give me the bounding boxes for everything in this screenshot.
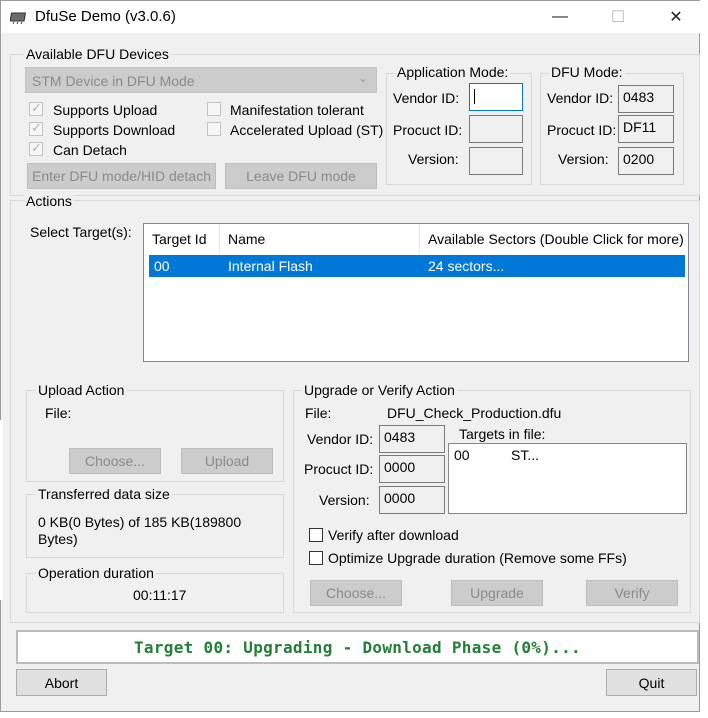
- row-sectors: 24 sectors...: [428, 258, 505, 274]
- upgrade-product-id-field: 0000: [379, 455, 445, 483]
- targets-in-file-label: Targets in file:: [459, 426, 546, 442]
- row-name: Internal Flash: [228, 258, 313, 274]
- dfu-mode-label: DFU Mode:: [549, 64, 625, 80]
- chip-app-icon: [9, 10, 28, 27]
- row-target-id: 00: [154, 258, 170, 274]
- targets-in-file-list[interactable]: 00 ST...: [448, 443, 687, 514]
- application-mode-label: Application Mode:: [395, 64, 511, 80]
- app-vendor-id-label: Vendor ID:: [393, 90, 460, 106]
- upgrade-version-label: Version:: [319, 492, 370, 508]
- upload-file-label: File:: [45, 405, 72, 421]
- table-row[interactable]: 00 Internal Flash 24 sectors...: [149, 255, 685, 277]
- check-icon: ✓: [31, 100, 42, 115]
- device-select-value: STM Device in DFU Mode: [32, 73, 195, 89]
- enter-dfu-mode-button: Enter DFU mode/HID detach: [27, 163, 216, 189]
- upgrade-file-label: File:: [305, 405, 332, 421]
- upgrade-vendor-id-field: 0483: [379, 425, 445, 453]
- check-icon: ✓: [31, 140, 42, 155]
- targets-list[interactable]: Target Id Name Available Sectors (Double…: [143, 223, 689, 362]
- app-product-id-field[interactable]: [469, 115, 523, 143]
- minimize-icon: —: [552, 8, 568, 25]
- dfu-version-label: Version:: [558, 151, 609, 167]
- can-detach-label: Can Detach: [53, 142, 127, 158]
- column-header-target-id[interactable]: Target Id: [144, 224, 220, 254]
- operation-duration-value: 00:11:17: [133, 587, 187, 603]
- optimize-upgrade-label[interactable]: Optimize Upgrade duration (Remove some F…: [328, 550, 627, 566]
- check-icon: ✓: [31, 120, 42, 135]
- upgrade-button: Upgrade: [451, 580, 543, 606]
- upgrade-vendor-id-label: Vendor ID:: [307, 431, 374, 447]
- app-version-label: Version:: [408, 151, 459, 167]
- dfu-version-field: 0200: [618, 147, 674, 175]
- upgrade-file-name: DFU_Check_Production.dfu: [387, 405, 562, 421]
- leave-dfu-mode-button: Leave DFU mode: [225, 163, 377, 189]
- actions-label: Actions: [24, 193, 74, 209]
- background-window-edge: [0, 420, 3, 600]
- minimize-button[interactable]: —: [537, 1, 583, 33]
- upload-action-label: Upload Action: [36, 382, 127, 398]
- supports-download-checkbox: ✓: [29, 120, 43, 136]
- upload-button: Upload: [181, 448, 273, 474]
- quit-button[interactable]: Quit: [606, 669, 697, 696]
- transferred-size-value-line1: 0 KB(0 Bytes) of 185 KB(189800: [38, 514, 242, 530]
- status-text: Target 00: Upgrading - Download Phase (0…: [134, 637, 581, 657]
- operation-duration-label: Operation duration: [36, 565, 156, 581]
- verify-after-download-checkbox[interactable]: [309, 528, 323, 542]
- dfu-vendor-id-field: 0483: [618, 85, 674, 113]
- device-select[interactable]: STM Device in DFU Mode ⌄: [25, 67, 377, 93]
- column-header-name[interactable]: Name: [220, 224, 420, 254]
- supports-upload-label: Supports Upload: [53, 102, 158, 118]
- upgrade-product-id-label: Procuct ID:: [304, 461, 374, 477]
- dfu-product-id-field: DF11: [618, 115, 674, 143]
- accelerated-upload-label: Accelerated Upload (ST): [230, 122, 384, 138]
- window-title: DfuSe Demo (v3.0.6): [35, 8, 176, 25]
- dfu-product-id-label: Procuct ID:: [547, 122, 617, 138]
- list-item[interactable]: 00 ST...: [449, 446, 686, 466]
- manifestation-tolerant-checkbox: [207, 102, 221, 116]
- app-vendor-id-field[interactable]: [469, 83, 523, 111]
- maximize-button: ☐: [595, 1, 641, 33]
- upload-choose-button: Choose...: [69, 448, 161, 474]
- dfuse-window: DfuSe Demo (v3.0.6) — ☐ ✕ Available DFU …: [0, 0, 701, 712]
- close-icon[interactable]: ✕: [669, 7, 682, 27]
- column-header-sectors[interactable]: Available Sectors (Double Click for more…: [420, 224, 688, 254]
- accelerated-upload-checkbox: [207, 122, 221, 136]
- manifestation-tolerant-label: Manifestation tolerant: [230, 102, 364, 118]
- app-version-field[interactable]: [469, 147, 523, 175]
- verify-button: Verify: [586, 580, 678, 606]
- text-cursor: [474, 88, 475, 104]
- progress-status: Target 00: Upgrading - Download Phase (0…: [16, 630, 699, 664]
- optimize-upgrade-checkbox[interactable]: [309, 551, 323, 565]
- verify-after-download-label[interactable]: Verify after download: [328, 527, 459, 543]
- upgrade-choose-button: Choose...: [310, 580, 402, 606]
- chevron-down-icon: ⌄: [357, 71, 368, 85]
- title-bar[interactable]: DfuSe Demo (v3.0.6) — ☐ ✕: [1, 1, 701, 33]
- file-target-id: 00: [454, 447, 470, 463]
- dfu-vendor-id-label: Vendor ID:: [547, 90, 614, 106]
- transferred-size-label: Transferred data size: [36, 486, 172, 502]
- upgrade-version-field: 0000: [379, 486, 445, 514]
- upgrade-verify-label: Upgrade or Verify Action: [302, 382, 457, 398]
- close-button[interactable]: ✕: [653, 1, 699, 33]
- can-detach-checkbox: ✓: [29, 140, 43, 156]
- abort-button[interactable]: Abort: [16, 669, 107, 696]
- supports-upload-checkbox: ✓: [29, 100, 43, 116]
- available-devices-label: Available DFU Devices: [24, 46, 171, 62]
- file-target-name: ST...: [511, 447, 540, 463]
- transferred-size-value-line2: Bytes): [38, 531, 78, 547]
- supports-download-label: Supports Download: [53, 122, 176, 138]
- app-product-id-label: Procuct ID:: [393, 122, 463, 138]
- select-targets-label: Select Target(s):: [30, 224, 132, 240]
- maximize-icon: ☐: [610, 9, 626, 26]
